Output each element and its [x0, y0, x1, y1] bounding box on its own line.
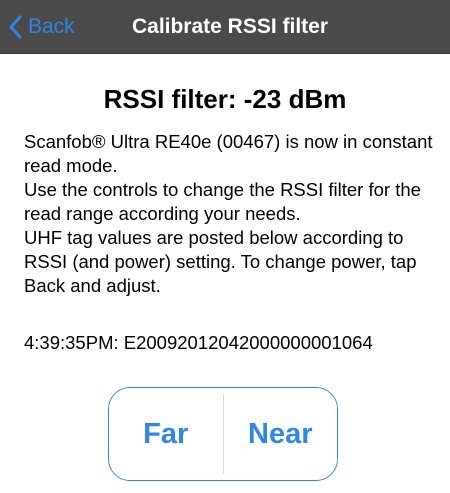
- back-button[interactable]: Back: [8, 0, 75, 53]
- tag-reading: 4:39:35PM: E2009201204200000000​1064: [24, 332, 373, 353]
- chevron-left-icon: [8, 15, 22, 39]
- rssi-filter-heading: RSSI filter: -23 dBm: [103, 84, 347, 114]
- back-label: Back: [28, 14, 75, 38]
- instructions-text: Scanfob® Ultra RE40e (00467) is now in c…: [24, 130, 434, 298]
- navigation-bar: Back Calibrate RSSI filter: [0, 0, 450, 54]
- instruction-line-values: UHF tag values are posted below accordin…: [24, 227, 417, 296]
- near-button[interactable]: Near: [223, 388, 337, 480]
- instruction-line-controls: Use the controls to change the RSSI filt…: [24, 179, 421, 224]
- instruction-line-mode: Scanfob® Ultra RE40e (00467) is now in c…: [24, 131, 433, 176]
- range-control: Far Near: [108, 387, 338, 481]
- far-button[interactable]: Far: [109, 388, 223, 480]
